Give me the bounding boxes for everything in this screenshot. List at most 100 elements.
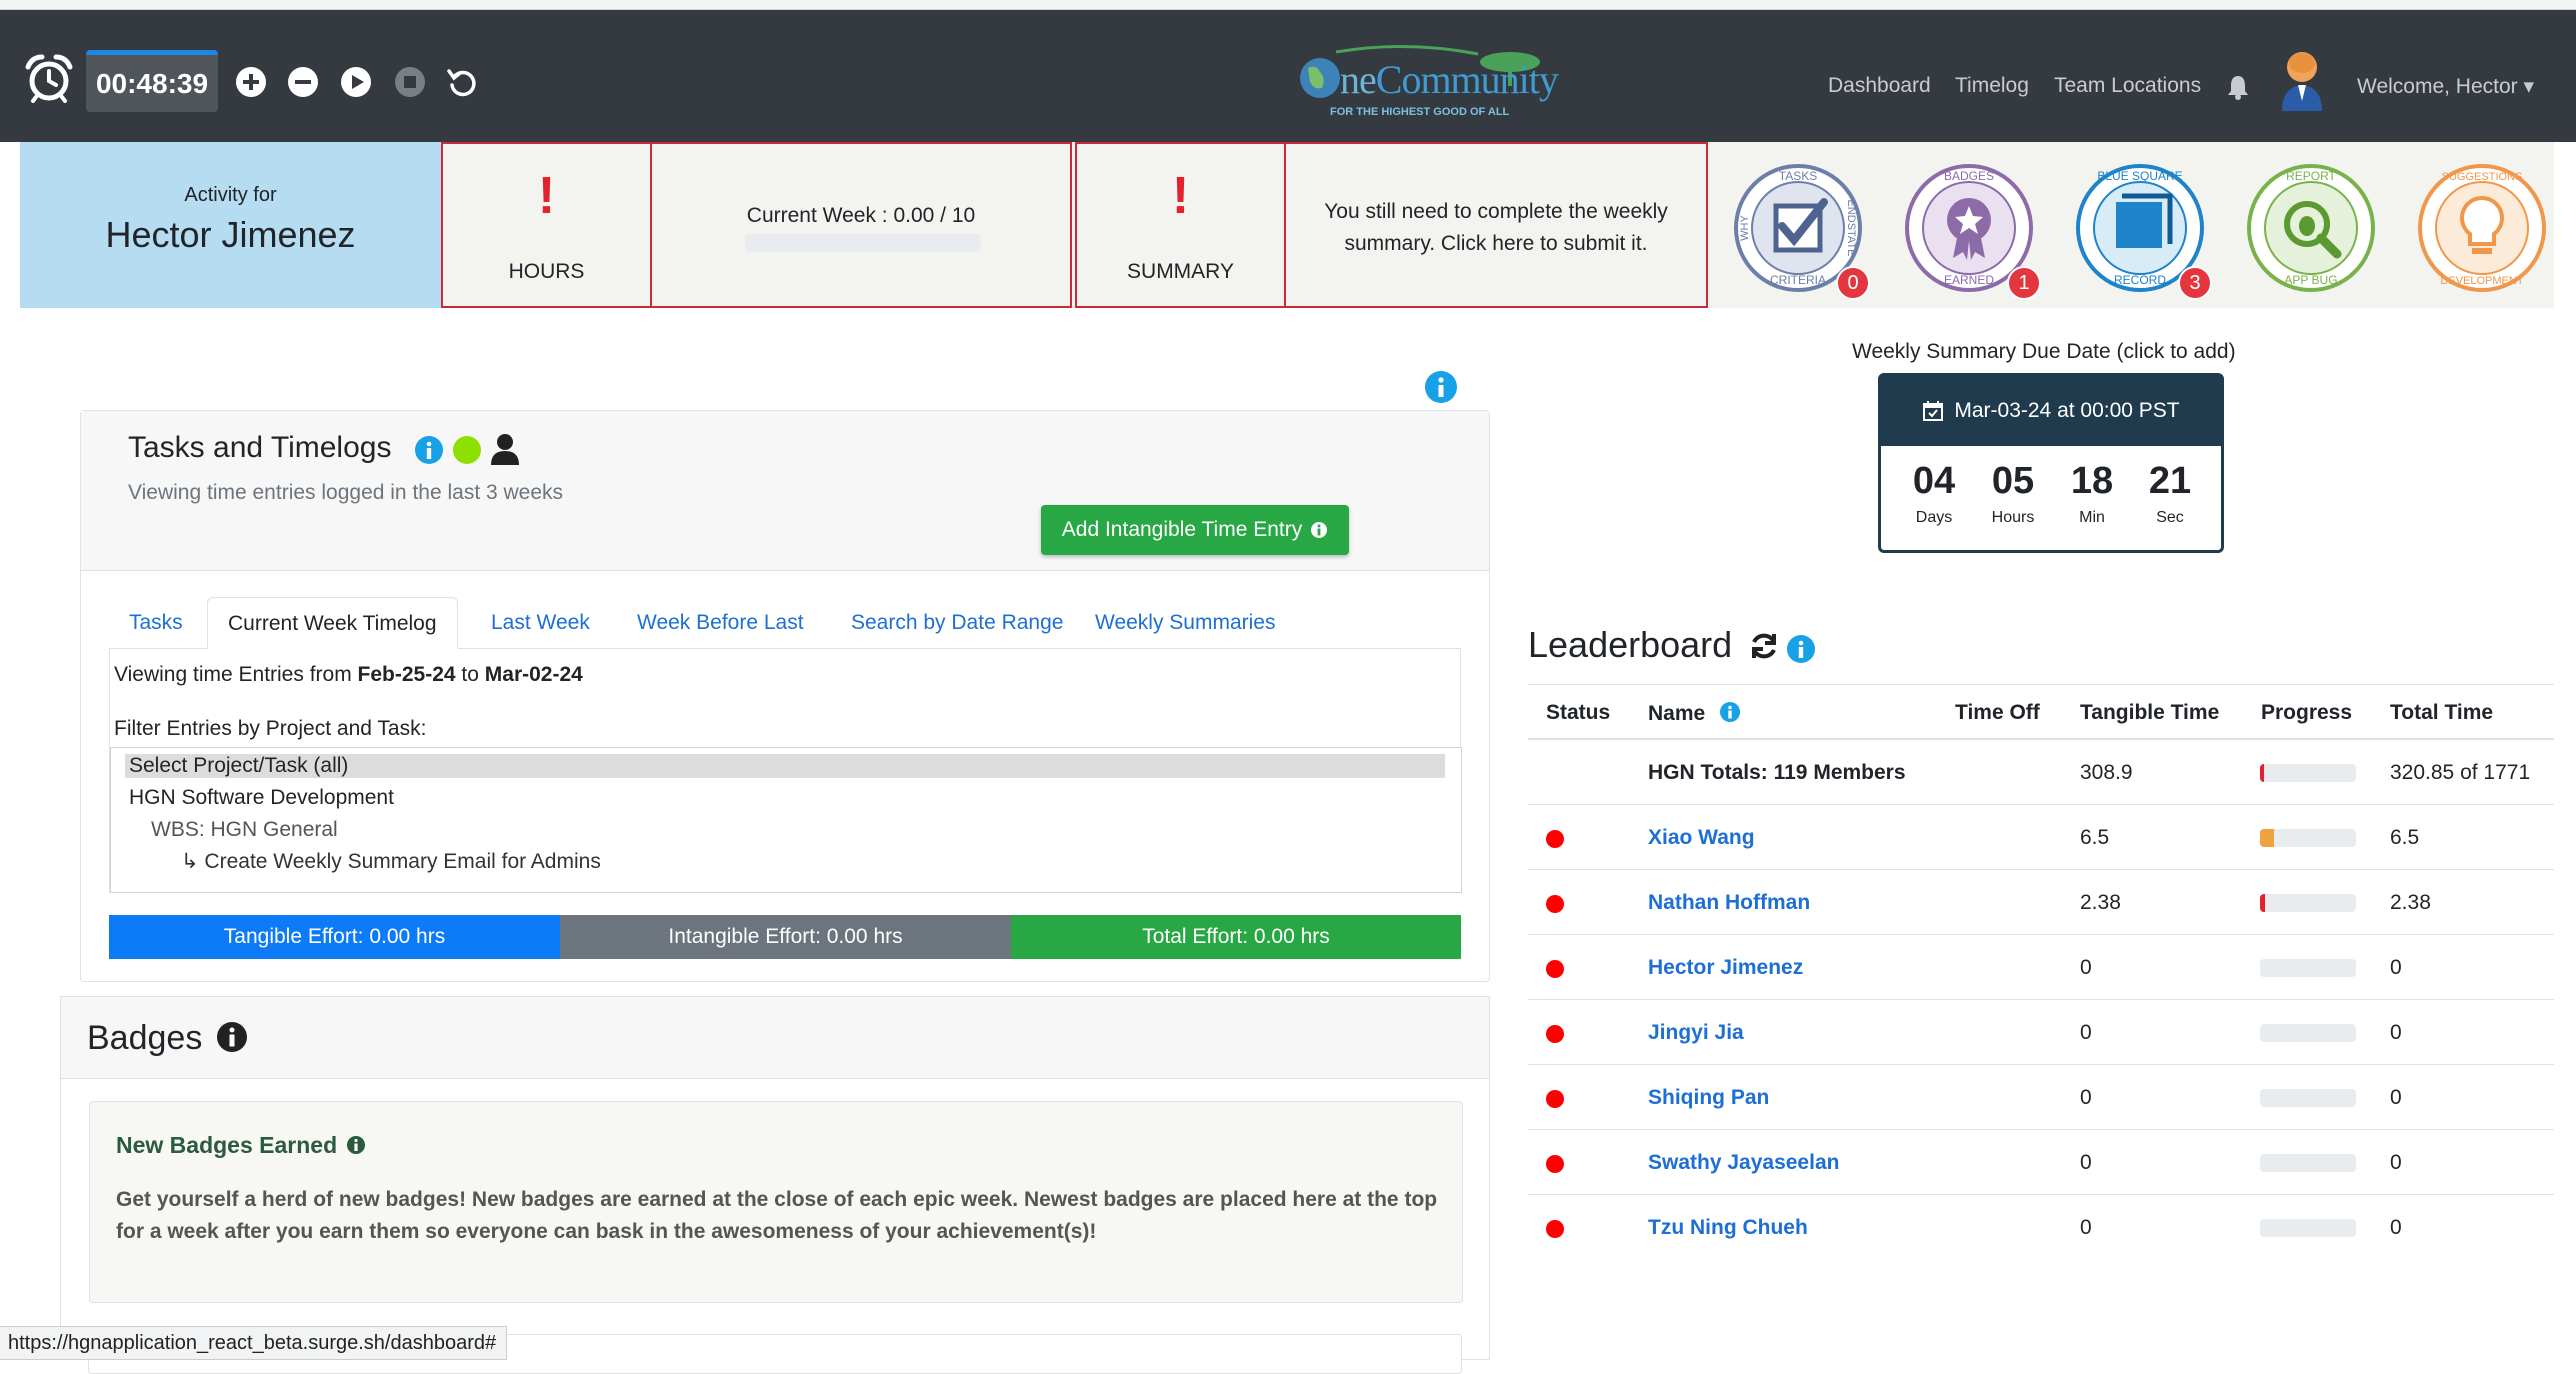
minus-circle-icon[interactable] xyxy=(286,65,320,99)
user-avatar[interactable] xyxy=(2276,45,2328,111)
tasks-title: Tasks and Timelogs xyxy=(128,431,391,465)
hours-exclamation-icon: ! xyxy=(537,167,556,225)
report-app-bug-icon[interactable]: REPORT APP BUG xyxy=(2245,162,2377,294)
header-name-text: Name xyxy=(1648,702,1706,725)
table-row[interactable]: Shiqing Pan 0 0 xyxy=(1528,1065,2554,1130)
member-name-link[interactable]: Jingyi Jia xyxy=(1648,1021,1744,1045)
user-icon[interactable] xyxy=(491,433,519,465)
due-date-countdown-card[interactable]: Mar-03-24 at 00:00 PST 04 Days 05 Hours … xyxy=(1878,373,2224,553)
new-badges-info-icon[interactable] xyxy=(346,1135,366,1155)
member-total: 0 xyxy=(2390,1086,2402,1109)
table-row[interactable]: Nathan Hoffman 2.38 2.38 xyxy=(1528,870,2554,935)
option-wbs-hgn-general[interactable]: WBS: HGN General xyxy=(151,818,338,842)
badges-earned-icon[interactable]: BADGES EARNED 1 xyxy=(1903,162,2041,300)
leaderboard-info-icon[interactable] xyxy=(1786,634,1816,664)
member-name-link[interactable]: Nathan Hoffman xyxy=(1648,891,1810,915)
suggestions-bottom: DEVELOPMENT xyxy=(2440,275,2523,287)
refresh-icon[interactable] xyxy=(1748,630,1780,662)
member-total: 2.38 xyxy=(2390,891,2431,914)
tab-week-before-last[interactable]: Week Before Last xyxy=(617,597,824,649)
nav-dashboard[interactable]: Dashboard xyxy=(1828,74,1931,98)
submit-summary-link[interactable]: You still need to complete the weekly su… xyxy=(1284,142,1708,308)
viewing-to-word: to xyxy=(455,663,485,686)
weekly-summary-due-label[interactable]: Weekly Summary Due Date (click to add) xyxy=(1852,340,2236,364)
countdown-hours-value: 05 xyxy=(1991,460,2035,502)
table-row[interactable]: Jingyi Jia 0 0 xyxy=(1528,1000,2554,1065)
blue-square-bottom: RECORD xyxy=(2114,273,2166,287)
suggestions-development-icon[interactable]: SUGGESTIONS DEVELOPMENT xyxy=(2416,162,2548,294)
tab-current-week-timelog[interactable]: Current Week Timelog xyxy=(207,597,458,649)
header-tangible-time[interactable]: Tangible Time xyxy=(2080,701,2219,725)
tasks-card-header: Tasks and Timelogs Viewing time entries … xyxy=(81,411,1489,571)
welcome-user-dropdown[interactable]: Welcome, Hector ▾ xyxy=(2357,74,2534,99)
summary-reminder-text: You still need to complete the weekly su… xyxy=(1324,200,1668,255)
table-row[interactable]: Xiao Wang 6.5 6.5 xyxy=(1528,805,2554,870)
member-name-link[interactable]: Tzu Ning Chueh xyxy=(1648,1216,1808,1240)
badges-card: Badges New Badges Earned Get yourself a … xyxy=(60,996,1490,1360)
member-progress-bar xyxy=(2260,829,2356,847)
member-name-link[interactable]: Hector Jimenez xyxy=(1648,956,1803,980)
member-tangible: 0 xyxy=(2080,1021,2092,1044)
countdown-hours-label: Hours xyxy=(1991,509,2035,526)
project-task-select[interactable]: Select Project/Task (all) HGN Software D… xyxy=(110,747,1462,893)
tab-weekly-summaries[interactable]: Weekly Summaries xyxy=(1075,597,1296,649)
tasks-badge-icon[interactable]: TASKS CRITERIA WHY ENDSTATE 0 xyxy=(1732,162,1870,300)
filter-label: Filter Entries by Project and Task: xyxy=(114,717,427,740)
header-total-time[interactable]: Total Time xyxy=(2390,701,2493,725)
member-name-link[interactable]: Xiao Wang xyxy=(1648,826,1755,850)
info-icon[interactable] xyxy=(1424,370,1458,404)
viewing-to: Mar-02-24 xyxy=(484,663,583,686)
summary-alert[interactable]: ! SUMMARY xyxy=(1075,142,1286,308)
header-name[interactable]: Name xyxy=(1648,701,1741,726)
countdown-hours: 05 Hours xyxy=(1973,460,2053,527)
option-create-weekly-summary-email[interactable]: ↳ Create Weekly Summary Email for Admins xyxy=(181,849,601,874)
header-status[interactable]: Status xyxy=(1546,701,1610,725)
reset-icon[interactable] xyxy=(445,65,479,99)
countdown-days-label: Days xyxy=(1915,509,1953,526)
add-intangible-time-entry-button[interactable]: Add Intangible Time Entry xyxy=(1041,505,1349,555)
tasks-info-icon[interactable] xyxy=(414,435,444,465)
nav-timelog[interactable]: Timelog xyxy=(1955,74,2029,98)
countdown-sec: 21 Sec xyxy=(2130,460,2210,527)
badges-earned-top: BADGES xyxy=(1944,169,1994,183)
logo-tagline: FOR THE HIGHEST GOOD OF ALL xyxy=(1330,106,1510,118)
table-row[interactable]: Hector Jimenez 0 0 xyxy=(1528,935,2554,1000)
new-badges-title-text: New Badges Earned xyxy=(116,1132,338,1158)
member-total: 6.5 xyxy=(2390,826,2420,849)
tab-search-by-date-range[interactable]: Search by Date Range xyxy=(831,597,1083,649)
add-intangible-label: Add Intangible Time Entry xyxy=(1061,518,1303,541)
stop-circle-icon[interactable] xyxy=(393,65,427,99)
suggestions-top: SUGGESTIONS xyxy=(2442,171,2523,183)
plus-circle-icon[interactable] xyxy=(234,65,268,99)
table-row[interactable]: Swathy Jayaseelan 0 0 xyxy=(1528,1130,2554,1195)
member-name-link[interactable]: Swathy Jayaseelan xyxy=(1648,1151,1839,1175)
one-community-logo[interactable]: neCommunity FOR THE HIGHEST GOOD OF ALL xyxy=(1296,44,1559,124)
header-time-off[interactable]: Time Off xyxy=(1955,701,2040,725)
name-info-icon[interactable] xyxy=(1719,701,1741,723)
badges-info-icon[interactable] xyxy=(216,1021,248,1053)
option-hgn-software-development[interactable]: HGN Software Development xyxy=(129,786,394,810)
timer-display[interactable]: 00:48:39 xyxy=(86,50,218,112)
blue-square-count-badge: 3 xyxy=(2178,266,2212,300)
bell-icon[interactable] xyxy=(2226,74,2250,100)
tab-last-week[interactable]: Last Week xyxy=(471,597,610,649)
tab-tasks[interactable]: Tasks xyxy=(109,597,203,649)
member-total: 0 xyxy=(2390,956,2402,979)
member-name-link[interactable]: Shiqing Pan xyxy=(1648,1086,1769,1110)
logo-text-community: Community xyxy=(1375,57,1559,102)
status-dot-icon xyxy=(1546,1220,1564,1238)
member-total: 0 xyxy=(2390,1151,2402,1174)
table-row[interactable]: Tzu Ning Chueh 0 0 xyxy=(1528,1195,2554,1260)
alarm-clock-icon[interactable] xyxy=(24,53,74,103)
blue-square-record-icon[interactable]: BLUE SQUARE RECORD 3 xyxy=(2074,162,2212,300)
hours-alert[interactable]: ! HOURS xyxy=(441,142,652,308)
status-dot-icon xyxy=(1546,1090,1564,1108)
badges-title-text: Badges xyxy=(87,1019,203,1057)
option-all[interactable]: Select Project/Task (all) xyxy=(125,754,1445,778)
status-dot-icon xyxy=(1546,960,1564,978)
member-progress-bar xyxy=(2260,959,2356,977)
nav-team-locations[interactable]: Team Locations xyxy=(2054,74,2201,98)
play-circle-icon[interactable] xyxy=(339,65,373,99)
current-week-progress[interactable]: Current Week : 0.00 / 10 xyxy=(650,142,1072,308)
header-progress[interactable]: Progress xyxy=(2261,701,2352,725)
